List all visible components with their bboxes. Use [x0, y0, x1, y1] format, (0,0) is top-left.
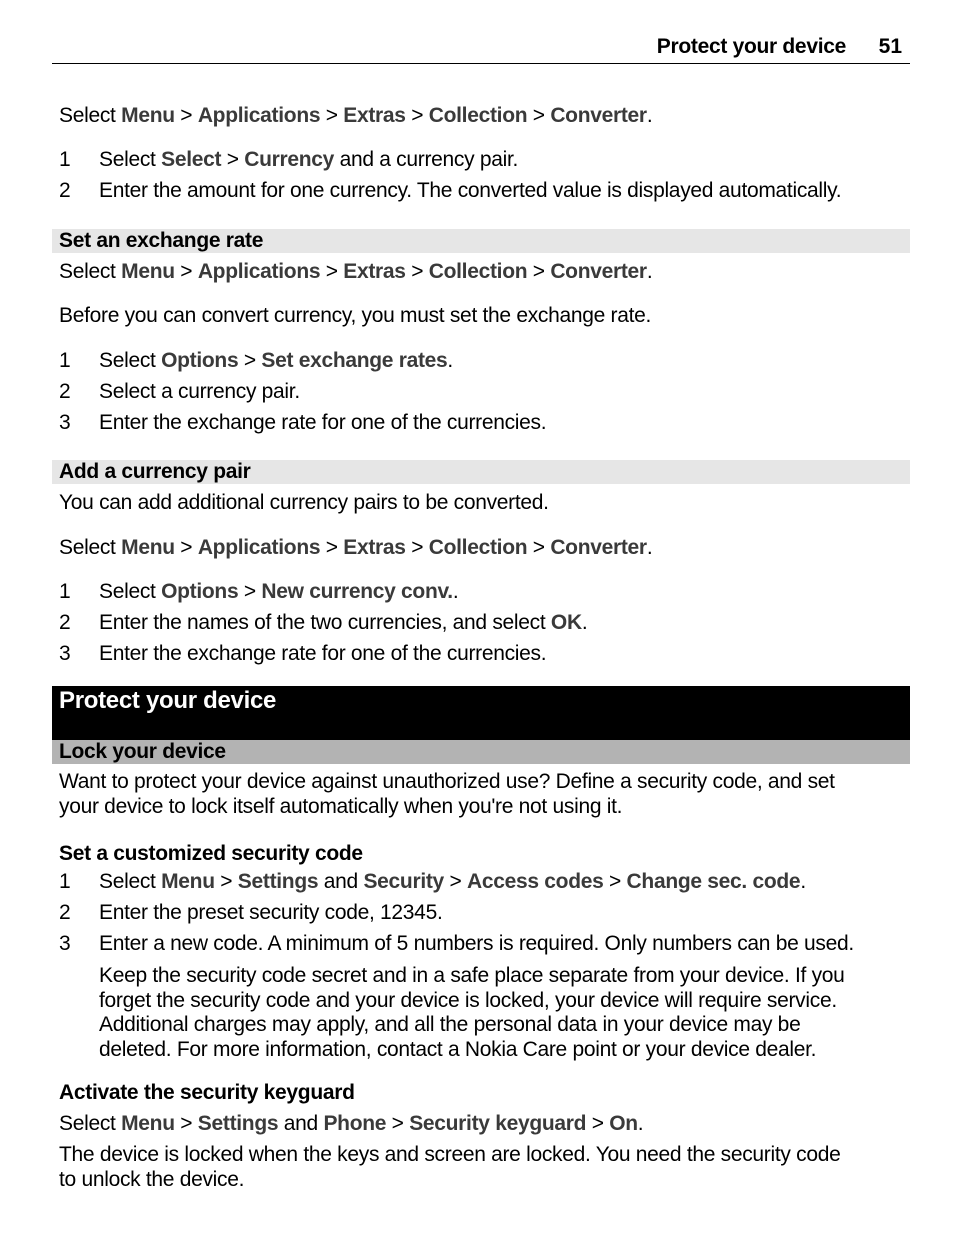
step-number: 1: [59, 148, 71, 171]
note-line: Keep the security code secret and in a s…: [99, 964, 845, 987]
paragraph: Before you can convert currency, you mus…: [59, 304, 652, 327]
step-text: Enter the names of the two currencies, a…: [99, 611, 588, 634]
paragraph: You can add additional currency pairs to…: [59, 491, 549, 514]
step-number: 1: [59, 580, 71, 603]
step-number: 1: [59, 349, 71, 372]
note-line: deleted. For more information, contact a…: [99, 1038, 817, 1061]
menu-path: Select Menu > Settings and Phone > Secur…: [59, 1112, 644, 1135]
step-text: Select a currency pair.: [99, 380, 300, 403]
step-text: Enter the preset security code, 12345.: [99, 901, 443, 924]
chapter-heading: Protect your device: [52, 686, 910, 740]
step-number: 2: [59, 611, 71, 634]
step-number: 1: [59, 870, 71, 893]
paragraph: to unlock the device.: [59, 1168, 245, 1191]
step-number: 3: [59, 411, 71, 434]
step-text: Enter the amount for one currency. The c…: [99, 179, 842, 202]
menu-path: Select Menu > Applications > Extras > Co…: [59, 260, 653, 283]
note-line: Additional charges may apply, and all th…: [99, 1013, 801, 1036]
paragraph: Want to protect your device against unau…: [59, 770, 835, 793]
step-number: 3: [59, 932, 71, 955]
step-text: Enter the exchange rate for one of the c…: [99, 411, 547, 434]
section-heading: Add a currency pair: [52, 460, 910, 484]
step-number: 3: [59, 642, 71, 665]
subheading: Activate the security keyguard: [59, 1081, 355, 1104]
step-number: 2: [59, 380, 71, 403]
section-heading: Lock your device: [52, 740, 910, 764]
running-title: Protect your device: [656, 35, 847, 58]
page-number: 51: [878, 35, 902, 58]
note-line: forget the security code and your device…: [99, 989, 837, 1012]
subheading: Set a customized security code: [59, 842, 363, 865]
step-text: Select Options > New currency conv..: [99, 580, 459, 603]
paragraph: The device is locked when the keys and s…: [59, 1143, 841, 1166]
step-text: Enter the exchange rate for one of the c…: [99, 642, 547, 665]
menu-path: Select Menu > Applications > Extras > Co…: [59, 104, 653, 127]
step-text: Select Options > Set exchange rates.: [99, 349, 453, 372]
step-text: Select Menu > Settings and Security > Ac…: [99, 870, 806, 893]
step-text: Enter a new code. A minimum of 5 numbers…: [99, 932, 854, 955]
paragraph: your device to lock itself automatically…: [59, 795, 623, 818]
step-number: 2: [59, 179, 71, 202]
menu-path: Select Menu > Applications > Extras > Co…: [59, 536, 653, 559]
section-heading: Set an exchange rate: [52, 229, 910, 253]
page-header: Protect your device 51: [52, 33, 910, 64]
step-number: 2: [59, 901, 71, 924]
step-text: Select Select > Currency and a currency …: [99, 148, 519, 171]
